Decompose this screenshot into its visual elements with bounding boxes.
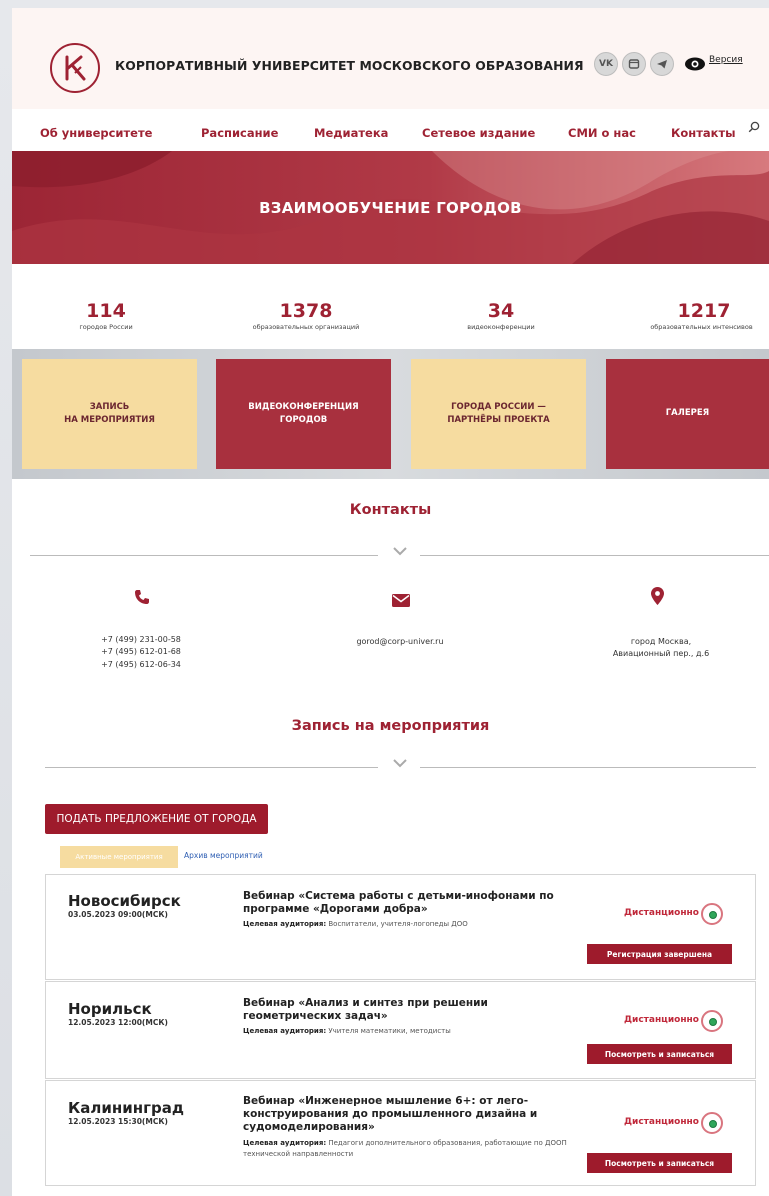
audience-value: Воспитатели, учителя-логопеды ДОО	[328, 920, 468, 928]
stat-cities-value: 114	[86, 300, 126, 322]
page: КОРПОРАТИВНЫЙ УНИВЕРСИТЕТ МОСКОВСКОГО ОБ…	[12, 8, 769, 1196]
event-mode: Дистанционно	[624, 1117, 699, 1127]
event-audience: Целевая аудитория: Воспитатели, учителя-…	[243, 919, 588, 930]
phone-number[interactable]: +7 (495) 612-06-34	[76, 659, 206, 671]
tile-city-videoconference[interactable]: ВИДЕОКОНФЕРЕНЦИЯ ГОРОДОВ	[216, 359, 391, 469]
stat-intensives-label: образовательных интенсивов	[650, 323, 753, 331]
divider	[30, 555, 378, 556]
event-mode: Дистанционно	[624, 908, 699, 918]
event-date: 12.05.2023 12:00(МСК)	[68, 1018, 168, 1027]
logo-mark-icon	[65, 55, 86, 81]
nav-item-contacts[interactable]: Контакты	[671, 126, 736, 140]
stat-videoconferences-value: 34	[487, 300, 515, 322]
divider	[45, 767, 378, 768]
nav-item-about[interactable]: Об университете	[40, 126, 152, 140]
event-card: Новосибирск 03.05.2023 09:00(МСК) Вебина…	[45, 874, 756, 980]
tile-partner-cities[interactable]: ГОРОДА РОССИИ — ПАРТНЁРЫ ПРОЕКТА	[411, 359, 586, 469]
tab-active-events[interactable]: Активные мероприятия	[60, 846, 178, 868]
vk-icon[interactable]: VK	[594, 52, 618, 76]
tile-line: ПАРТНЁРЫ ПРОЕКТА	[447, 415, 550, 425]
nav-item-media[interactable]: Медиатека	[314, 126, 388, 140]
stat-organizations-value: 1378	[279, 300, 333, 322]
contact-email[interactable]: gorod@corp-univer.ru	[330, 636, 470, 648]
nav-item-network-edition[interactable]: Сетевое издание	[422, 126, 535, 140]
eye-icon[interactable]	[684, 56, 706, 72]
accessibility-version-link[interactable]: Версия	[709, 55, 743, 65]
divider	[420, 555, 769, 556]
stat-cities-label: городов России	[79, 323, 133, 331]
stat-organizations-label: образовательных организаций	[252, 323, 360, 331]
event-city: Калининград	[68, 1099, 184, 1117]
tile-line: ЗАПИСЬ	[89, 401, 130, 412]
event-city: Новосибирск	[68, 892, 181, 910]
phone-number[interactable]: +7 (499) 231-00-58	[76, 634, 206, 646]
stat-videoconferences-label: видеоконференции	[467, 323, 535, 331]
view-and-register-button[interactable]: Посмотреть и записаться	[587, 1153, 732, 1173]
main-nav: Об университете Расписание Медиатека Сет…	[12, 109, 769, 151]
phone-number[interactable]: +7 (495) 612-01-68	[76, 646, 206, 658]
audience-label: Целевая аудитория:	[243, 1027, 327, 1035]
tile-line: ГАЛЕРЕЯ	[665, 408, 710, 419]
hero-banner: ВЗАИМООБУЧЕНИЕ ГОРОДОВ	[12, 151, 769, 264]
search-icon[interactable]	[748, 121, 760, 136]
tab-events-archive[interactable]: Архив мероприятий	[184, 851, 263, 860]
event-card: Норильск 12.05.2023 12:00(МСК) Вебинар «…	[45, 981, 756, 1079]
chevron-down-icon	[393, 545, 407, 560]
nav-item-press[interactable]: СМИ о нас	[568, 126, 636, 140]
tile-event-registration[interactable]: ЗАПИСЬ НА МЕРОПРИЯТИЯ	[22, 359, 197, 469]
university-logo[interactable]	[50, 43, 100, 93]
chevron-down-icon	[393, 757, 407, 772]
tile-line: ВИДЕОКОНФЕРЕНЦИЯ	[248, 401, 359, 412]
event-title[interactable]: Вебинар «Инженерное мышление 6+: от лего…	[243, 1095, 588, 1133]
tile-line: НА МЕРОПРИЯТИЯ	[64, 415, 155, 425]
phone-icon	[134, 589, 150, 610]
event-date: 03.05.2023 09:00(МСК)	[68, 910, 168, 919]
site-header: КОРПОРАТИВНЫЙ УНИВЕРСИТЕТ МОСКОВСКОГО ОБ…	[12, 8, 769, 109]
brand-name[interactable]: КОРПОРАТИВНЫЙ УНИВЕРСИТЕТ МОСКОВСКОГО ОБ…	[115, 58, 584, 73]
contact-address: город Москва, Авиационный пер., д.6	[596, 636, 726, 661]
tile-gallery[interactable]: ГАЛЕРЕЯ	[606, 359, 769, 469]
nav-item-schedule[interactable]: Расписание	[201, 126, 278, 140]
propose-from-city-button[interactable]: ПОДАТЬ ПРЕДЛОЖЕНИЕ ОТ ГОРОДА	[45, 804, 268, 834]
event-date: 12.05.2023 15:30(МСК)	[68, 1117, 168, 1126]
status-indicator-icon	[701, 903, 723, 925]
location-pin-icon	[651, 587, 664, 610]
audience-value: Учителя математики, методисты	[328, 1027, 451, 1035]
window-icon[interactable]	[622, 52, 646, 76]
tile-line: ГОРОДА РОССИИ —	[451, 401, 546, 412]
events-title: Запись на мероприятия	[291, 718, 490, 734]
event-card: Калининград 12.05.2023 15:30(МСК) Вебина…	[45, 1080, 756, 1186]
event-mode: Дистанционно	[624, 1015, 699, 1025]
divider	[420, 767, 756, 768]
mail-icon	[392, 592, 410, 612]
telegram-icon[interactable]	[650, 52, 674, 76]
event-audience: Целевая аудитория: Педагоги дополнительн…	[243, 1138, 588, 1160]
stat-intensives-value: 1217	[677, 300, 731, 322]
contact-phones: +7 (499) 231-00-58 +7 (495) 612-01-68 +7…	[76, 634, 206, 671]
audience-label: Целевая аудитория:	[243, 920, 327, 928]
event-title[interactable]: Вебинар «Система работы с детьми-инофона…	[243, 890, 588, 916]
tile-line: ГОРОДОВ	[279, 415, 328, 425]
address-line: Авиационный пер., д.6	[612, 649, 710, 659]
audience-label: Целевая аудитория:	[243, 1139, 327, 1147]
banner-title: ВЗАИМООБУЧЕНИЕ ГОРОДОВ	[259, 199, 522, 217]
event-title[interactable]: Вебинар «Анализ и синтез при решении гео…	[243, 997, 588, 1023]
event-audience: Целевая аудитория: Учителя математики, м…	[243, 1026, 588, 1037]
contacts-title: Контакты	[349, 502, 432, 518]
event-city: Норильск	[68, 1000, 152, 1018]
status-indicator-icon	[701, 1112, 723, 1134]
registration-closed-button[interactable]: Регистрация завершена	[587, 944, 732, 964]
address-line: город Москва,	[630, 637, 692, 646]
view-and-register-button[interactable]: Посмотреть и записаться	[587, 1044, 732, 1064]
status-indicator-icon	[701, 1010, 723, 1032]
